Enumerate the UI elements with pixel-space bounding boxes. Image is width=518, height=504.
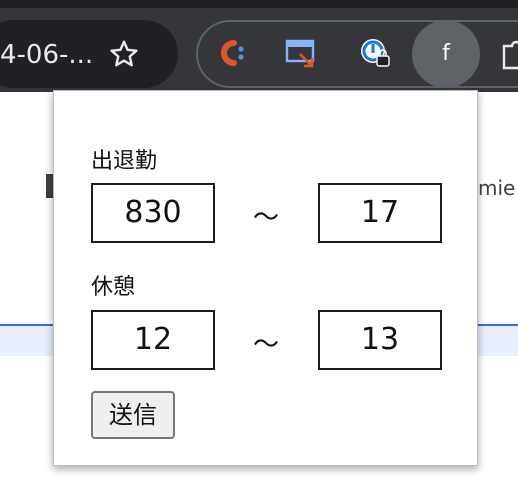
submit-button[interactable]: 送信 xyxy=(91,391,175,439)
profile-button[interactable]: f xyxy=(412,20,480,88)
work-start-input[interactable]: 830 xyxy=(91,183,215,243)
password-manager-extension-icon[interactable] xyxy=(358,36,392,70)
star-icon[interactable] xyxy=(108,38,140,70)
profile-avatar-letter: f xyxy=(442,41,450,66)
puzzle-icon[interactable] xyxy=(500,36,518,70)
screen-capture-extension-icon[interactable] xyxy=(284,36,318,70)
break-label: 休憩 xyxy=(91,275,136,300)
break-end-input[interactable]: 13 xyxy=(318,310,442,370)
page-text-fragment: mie xyxy=(478,176,516,200)
work-hours-label: 出退勤 xyxy=(91,149,158,174)
address-bar[interactable]: 4-06-... xyxy=(0,20,178,88)
break-start-input[interactable]: 12 xyxy=(91,310,215,370)
tab-strip xyxy=(0,0,518,8)
break-range-separator: ～ xyxy=(252,330,279,360)
browser-toolbar: 4-06-... f xyxy=(0,0,518,92)
c-extension-icon[interactable] xyxy=(214,36,248,70)
url-text[interactable]: 4-06-... xyxy=(0,40,93,70)
work-end-input[interactable]: 17 xyxy=(318,183,442,243)
extension-popup: 出退勤 830 ～ 17 休憩 12 ～ 13 送信 xyxy=(53,90,478,466)
work-range-separator: ～ xyxy=(252,203,279,233)
